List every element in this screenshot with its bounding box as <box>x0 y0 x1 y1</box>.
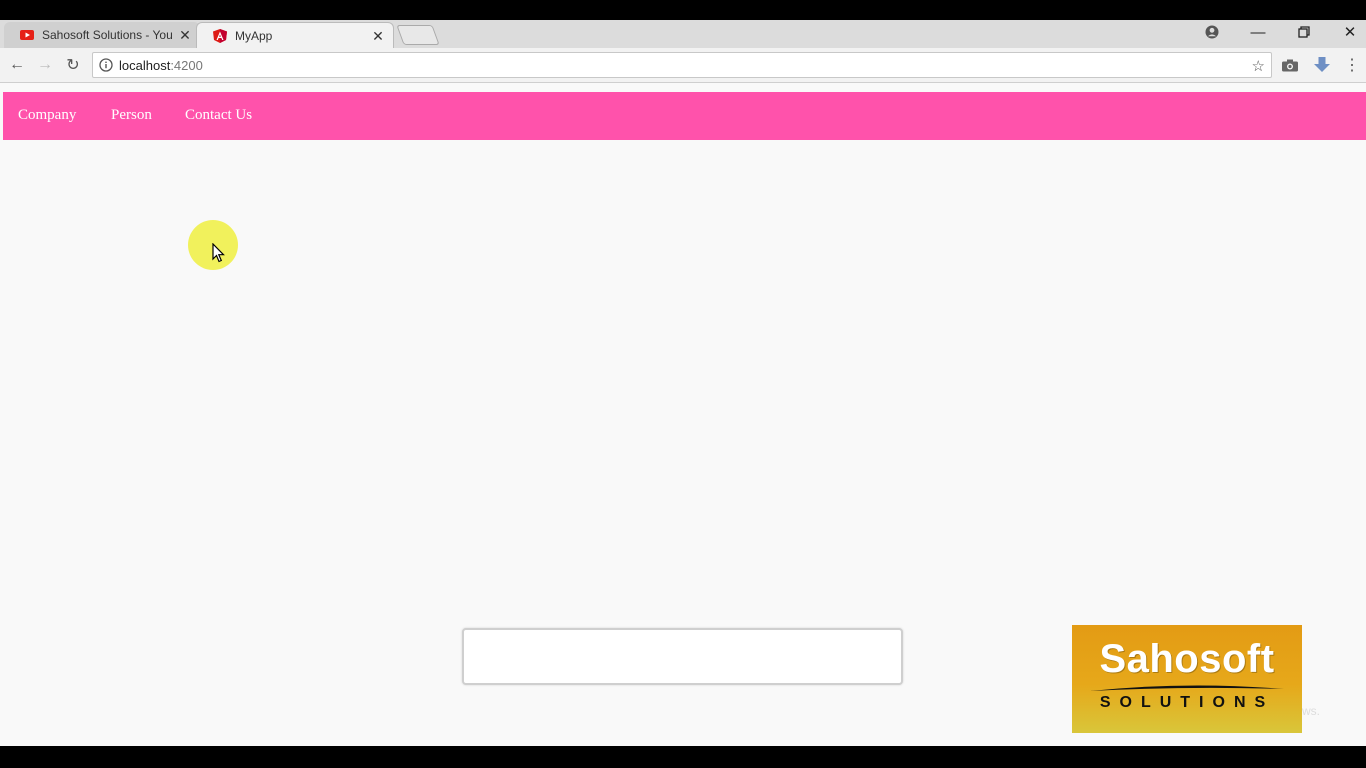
empty-text-box[interactable] <box>462 628 903 685</box>
download-extension-icon[interactable] <box>1312 55 1332 75</box>
restore-icon[interactable] <box>1284 20 1324 44</box>
nav-link-contact-us[interactable]: Contact Us <box>185 107 252 124</box>
url-host: localhost <box>119 57 171 73</box>
minimize-icon[interactable]: — <box>1238 20 1278 44</box>
angular-icon <box>213 28 227 43</box>
logo-brand: Sahosoft <box>1099 637 1275 681</box>
tab-strip: Sahosoft Solutions - You ✕ MyApp ✕ — ✕ <box>0 20 1366 48</box>
window-close-icon[interactable]: ✕ <box>1330 20 1366 44</box>
nav-link-person[interactable]: Person <box>111 107 152 124</box>
app-nav-bar: Company Person Contact Us <box>3 92 1366 140</box>
info-icon[interactable] <box>99 58 113 72</box>
close-tab-icon[interactable]: ✕ <box>178 28 192 42</box>
close-tab-icon[interactable]: ✕ <box>371 29 385 43</box>
back-icon[interactable]: ← <box>6 55 28 75</box>
logo-subtitle: SOLUTIONS <box>1099 694 1275 711</box>
new-tab-button[interactable] <box>396 25 440 45</box>
reload-icon[interactable]: ↻ <box>62 55 84 75</box>
forward-icon[interactable]: → <box>34 55 56 75</box>
menu-icon[interactable]: ⋮ <box>1342 55 1362 75</box>
sahosoft-logo: Sahosoft SOLUTIONS <box>1072 625 1302 733</box>
mouse-cursor-icon <box>212 243 225 263</box>
faint-trailing-text: ws. <box>1302 704 1320 718</box>
bookmark-star-icon[interactable]: ☆ <box>1252 57 1265 75</box>
tab-sahosoft[interactable]: Sahosoft Solutions - You ✕ <box>4 22 200 48</box>
nav-link-company[interactable]: Company <box>18 107 76 124</box>
youtube-icon <box>20 28 34 42</box>
url-port: :4200 <box>170 57 203 73</box>
tab-title: MyApp <box>235 28 273 43</box>
tab-title: Sahosoft Solutions - You <box>42 28 173 42</box>
tab-myapp[interactable]: MyApp ✕ <box>196 22 394 48</box>
browser-toolbar: ← → ↻ localhost:4200 ☆ ⋮ <box>0 48 1366 83</box>
logo-swoosh <box>1090 685 1284 691</box>
profile-icon[interactable] <box>1192 20 1232 44</box>
address-url: localhost:4200 <box>119 58 203 73</box>
address-bar[interactable]: localhost:4200 ☆ <box>92 52 1272 78</box>
screen: Sahosoft Solutions - You ✕ MyApp ✕ — ✕ ←… <box>0 20 1366 746</box>
camera-icon[interactable] <box>1280 55 1300 75</box>
